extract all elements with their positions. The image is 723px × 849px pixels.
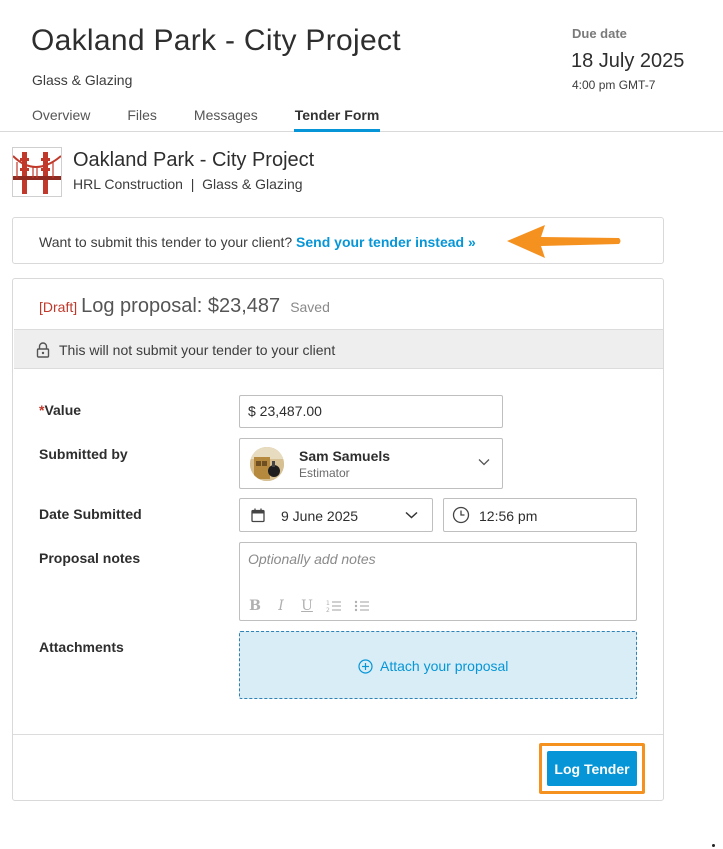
card-footer-divider — [13, 734, 663, 735]
tab-overview[interactable]: Overview — [32, 106, 90, 132]
card-title: Log proposal: $23,487 — [81, 295, 281, 317]
tender-company-trade: HRL Construction | Glass & Glazing — [73, 176, 303, 192]
attach-proposal-dropzone[interactable]: Attach your proposal — [239, 631, 637, 699]
attach-proposal-label: Attach your proposal — [380, 658, 509, 674]
send-tender-question: Want to submit this tender to your clien… — [39, 234, 293, 250]
user-role: Estimator — [299, 466, 350, 480]
draft-tag: [Draft] — [39, 299, 78, 315]
time-picker[interactable]: 12:56 pm — [443, 498, 637, 532]
submitted-by-select[interactable]: Sam Samuels Estimator — [239, 438, 503, 489]
avatar — [250, 447, 284, 481]
company-logo — [12, 147, 62, 197]
svg-text:2: 2 — [326, 607, 330, 613]
underline-icon[interactable]: U — [300, 598, 314, 614]
golden-gate-bridge-icon — [12, 148, 62, 196]
plus-circle-icon — [358, 658, 373, 674]
due-date-label: Due date — [572, 26, 627, 41]
log-proposal-card: [Draft] Log proposal: $23,487 Saved This… — [12, 278, 664, 801]
date-value: 9 June 2025 — [281, 508, 359, 524]
tender-project-name: Oakland Park - City Project — [73, 149, 315, 171]
proposal-notes-editor[interactable]: Optionally add notes B I U 1 2 — [239, 542, 637, 621]
tab-tender-form[interactable]: Tender Form — [293, 106, 381, 132]
log-tender-highlight: Log Tender — [539, 743, 645, 794]
card-header: [Draft] Log proposal: $23,487 Saved — [39, 295, 330, 317]
lock-icon — [36, 342, 50, 358]
notes-toolbar: B I U 1 2 — [248, 598, 370, 614]
log-tender-button[interactable]: Log Tender — [547, 751, 637, 786]
page-header: Oakland Park - City Project Glass & Glaz… — [0, 0, 723, 132]
saved-status: Saved — [290, 299, 330, 315]
due-date-value: 18 July 2025 — [571, 50, 685, 72]
notice-bar: This will not submit your tender to your… — [14, 329, 663, 369]
trade-label: Glass & Glazing — [32, 72, 133, 88]
arrow-annotation-icon — [507, 225, 621, 258]
tab-messages[interactable]: Messages — [194, 106, 258, 132]
value-label: *Value — [39, 402, 81, 418]
notice-text: This will not submit your tender to your… — [59, 342, 336, 358]
due-time-value: 4:00 pm GMT-7 — [572, 78, 656, 92]
chevron-down-icon — [405, 511, 418, 519]
tab-files[interactable]: Files — [127, 106, 157, 132]
value-label-text: Value — [44, 402, 82, 418]
value-input[interactable]: $ 23,487.00 — [239, 395, 503, 428]
proposal-notes-label: Proposal notes — [39, 550, 141, 566]
bold-icon[interactable]: B — [248, 598, 262, 614]
cursor-mark — [712, 844, 715, 847]
submitted-by-label: Submitted by — [39, 446, 128, 462]
user-avatar-icon — [250, 447, 284, 481]
calendar-icon — [251, 508, 265, 523]
attachments-label: Attachments — [39, 639, 124, 655]
clock-icon — [452, 506, 470, 524]
italic-icon[interactable]: I — [274, 598, 288, 614]
send-tender-prompt: Want to submit this tender to your clien… — [39, 234, 476, 250]
chevron-down-icon — [478, 459, 490, 466]
bullet-list-icon[interactable] — [354, 599, 370, 613]
send-tender-link[interactable]: Send your tender instead » — [296, 234, 476, 250]
svg-text:1: 1 — [326, 600, 330, 607]
notes-placeholder: Optionally add notes — [248, 551, 376, 567]
date-submitted-label: Date Submitted — [39, 506, 142, 522]
time-value: 12:56 pm — [479, 508, 538, 524]
attach-proposal-button[interactable]: Attach your proposal — [358, 658, 508, 674]
user-name: Sam Samuels — [299, 448, 391, 464]
tab-bar: Overview Files Messages Tender Form — [32, 106, 417, 132]
page-title: Oakland Park - City Project — [31, 24, 401, 57]
numbered-list-icon[interactable]: 1 2 — [326, 599, 342, 613]
company-summary: Oakland Park - City Project HRL Construc… — [12, 147, 672, 197]
date-picker[interactable]: 9 June 2025 — [239, 498, 433, 532]
